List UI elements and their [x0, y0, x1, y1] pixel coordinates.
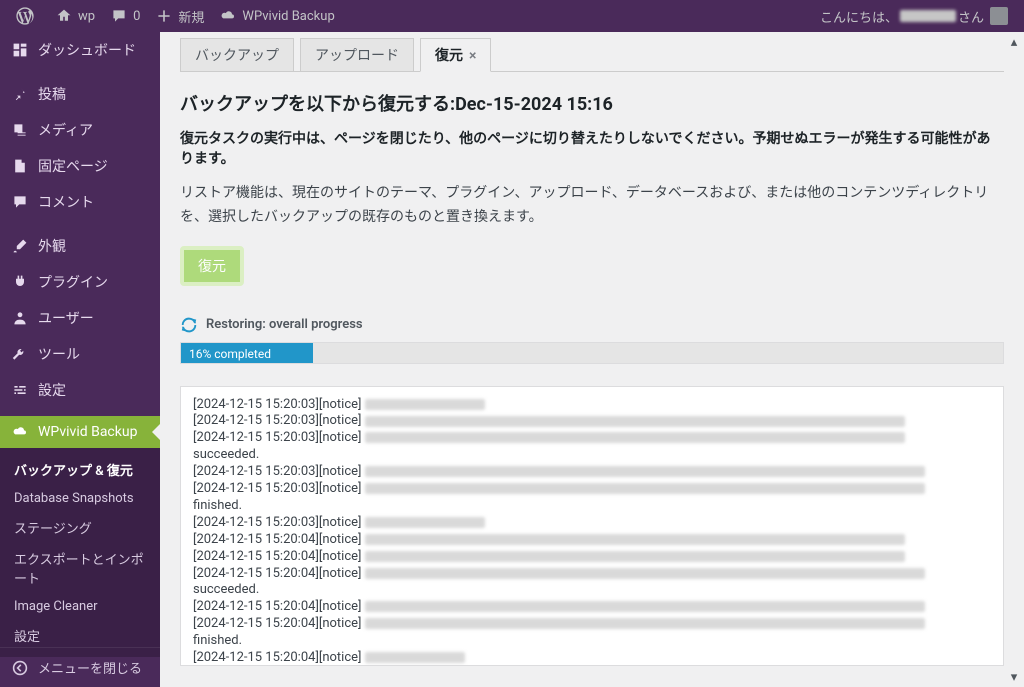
sidebar-item-label: メディア — [38, 120, 93, 140]
sidebar-item-label: WPvivid Backup — [38, 424, 137, 440]
wordpress-icon — [16, 7, 34, 25]
log-line: [2024-12-15 15:20:04][notice] — [193, 650, 991, 666]
log-line: [2024-12-15 15:20:03][notice] — [193, 430, 991, 447]
log-line: finished. — [193, 633, 991, 650]
sidebar-item-label: 外観 — [38, 236, 66, 256]
sidebar-item-plugins[interactable]: プラグイン — [0, 264, 160, 300]
cloud-icon — [220, 8, 236, 24]
log-line: [2024-12-15 15:20:03][notice] — [193, 481, 991, 498]
tab-label: バックアップ — [195, 48, 279, 64]
close-icon[interactable]: × — [469, 48, 476, 64]
restore-heading: バックアップを以下から復元する:Dec-15-2024 15:16 — [180, 90, 1004, 116]
user-icon — [10, 310, 30, 326]
log-line: [2024-12-15 15:20:04][notice] — [193, 549, 991, 566]
sidebar-item-users[interactable]: ユーザー — [0, 300, 160, 336]
sidebar-item-settings[interactable]: 設定 — [0, 372, 160, 408]
main-content: バックアップアップロード復元× バックアップを以下から復元する:Dec-15-2… — [160, 32, 1024, 687]
site-name-label: wp — [78, 9, 95, 24]
tab-label: アップロード — [315, 48, 399, 64]
sync-icon — [180, 316, 198, 334]
sidebar-item-label: 設定 — [38, 380, 66, 400]
log-line: succeeded. — [193, 582, 991, 599]
greeting-prefix: こんにちは、 — [820, 7, 898, 26]
plus-icon — [156, 8, 172, 24]
sidebar-item-dashboard[interactable]: ダッシュボード — [0, 32, 160, 68]
collapse-label: メニューを閉じる — [38, 658, 142, 677]
account-menu[interactable]: こんにちは、 さん — [812, 0, 1016, 32]
submenu-item-db-snapshots[interactable]: Database Snapshots — [0, 485, 160, 512]
sidebar-item-label: ツール — [38, 344, 80, 364]
media-icon — [10, 122, 30, 138]
progress-bar: 16% completed — [180, 342, 1004, 364]
log-line: [2024-12-15 15:20:03][notice] — [193, 515, 991, 532]
restore-button[interactable]: 復元 — [180, 246, 244, 286]
sidebar-item-appearance[interactable]: 外観 — [0, 228, 160, 264]
submenu-item-staging[interactable]: ステージング — [0, 512, 160, 543]
submenu-item-image-cleaner[interactable]: Image Cleaner — [0, 593, 160, 620]
new-content[interactable]: 新規 — [148, 0, 212, 32]
log-line: [2024-12-15 15:20:04][notice] — [193, 532, 991, 549]
log-line: [2024-12-15 15:20:04][notice] — [193, 616, 991, 633]
restore-description: リストア機能は、現在のサイトのテーマ、プラグイン、アップロード、データベースおよ… — [180, 182, 1004, 230]
progress-text: 16% completed — [189, 343, 271, 365]
dashboard-icon — [10, 42, 30, 58]
site-name[interactable]: wp — [48, 0, 103, 32]
sidebar-item-label: ダッシュボード — [38, 40, 136, 60]
avatar — [990, 7, 1008, 25]
comments-link[interactable]: 0 — [103, 0, 148, 32]
wrench-icon — [10, 346, 30, 362]
log-line: [2024-12-15 15:20:03][notice] — [193, 413, 991, 430]
log-line: succeeded. — [193, 447, 991, 464]
admin-sidebar: ダッシュボード投稿メディア固定ページコメント外観プラグインユーザーツール設定 WP… — [0, 32, 160, 687]
collapse-menu[interactable]: メニューを閉じる — [0, 647, 160, 687]
tab-label: 復元 — [435, 48, 463, 64]
log-line: [2024-12-15 15:20:04][notice] — [193, 599, 991, 616]
collapse-icon — [10, 660, 30, 676]
wpvivid-toolbar[interactable]: WPvivid Backup — [212, 0, 342, 32]
comment-icon — [10, 194, 30, 210]
sidebar-item-tools[interactable]: ツール — [0, 336, 160, 372]
cloud-icon — [10, 424, 30, 440]
scroll-up-arrow[interactable]: ▴ — [1006, 34, 1022, 50]
sidebar-item-label: ユーザー — [38, 308, 94, 328]
sidebar-item-wpvivid[interactable]: WPvivid Backup — [0, 416, 160, 448]
submenu-item-export-import[interactable]: エクスポートとインポート — [0, 543, 160, 593]
tab-backup[interactable]: バックアップ — [180, 38, 294, 71]
sidebar-item-posts[interactable]: 投稿 — [0, 76, 160, 112]
sidebar-item-label: プラグイン — [38, 272, 108, 292]
sidebar-item-label: 固定ページ — [38, 156, 108, 176]
page-icon — [10, 158, 30, 174]
tab-upload[interactable]: アップロード — [300, 38, 414, 71]
username-redacted — [900, 10, 956, 22]
wpvivid-toolbar-label: WPvivid Backup — [242, 9, 334, 24]
restore-log: [2024-12-15 15:20:03][notice] [2024-12-1… — [180, 386, 1004, 666]
home-icon — [56, 8, 72, 24]
progress-title: Restoring: overall progress — [180, 316, 1004, 334]
sliders-icon — [10, 382, 30, 398]
plug-icon — [10, 274, 30, 290]
log-line: [2024-12-15 15:20:04][notice] — [193, 566, 991, 583]
sidebar-item-label: 投稿 — [38, 84, 66, 104]
restore-warning: 復元タスクの実行中は、ページを閉じたり、他のページに切り替えたりしないでください… — [180, 128, 1004, 168]
wp-logo[interactable] — [8, 0, 48, 32]
submenu-item-backup-restore[interactable]: バックアップ & 復元 — [0, 454, 160, 485]
sidebar-item-label: コメント — [38, 192, 94, 212]
brush-icon — [10, 238, 30, 254]
tab-restore[interactable]: 復元 × — [420, 38, 491, 72]
sidebar-item-comments[interactable]: コメント — [0, 184, 160, 220]
log-line: [2024-12-15 15:20:03][notice] — [193, 464, 991, 481]
new-label: 新規 — [178, 7, 204, 26]
sidebar-item-pages[interactable]: 固定ページ — [0, 148, 160, 184]
admin-toolbar: wp 0 新規 WPvivid Backup こんにちは、 さん — [0, 0, 1024, 32]
pin-icon — [10, 86, 30, 102]
greeting-suffix: さん — [958, 7, 984, 26]
sidebar-item-media[interactable]: メディア — [0, 112, 160, 148]
content-tabs: バックアップ アップロード 復元 × — [180, 38, 1004, 72]
comments-count: 0 — [133, 9, 140, 24]
log-line: [2024-12-15 15:20:03][notice] — [193, 397, 991, 414]
comment-icon — [111, 8, 127, 24]
log-line: finished. — [193, 498, 991, 515]
scroll-down-arrow[interactable]: ▾ — [1006, 669, 1022, 685]
